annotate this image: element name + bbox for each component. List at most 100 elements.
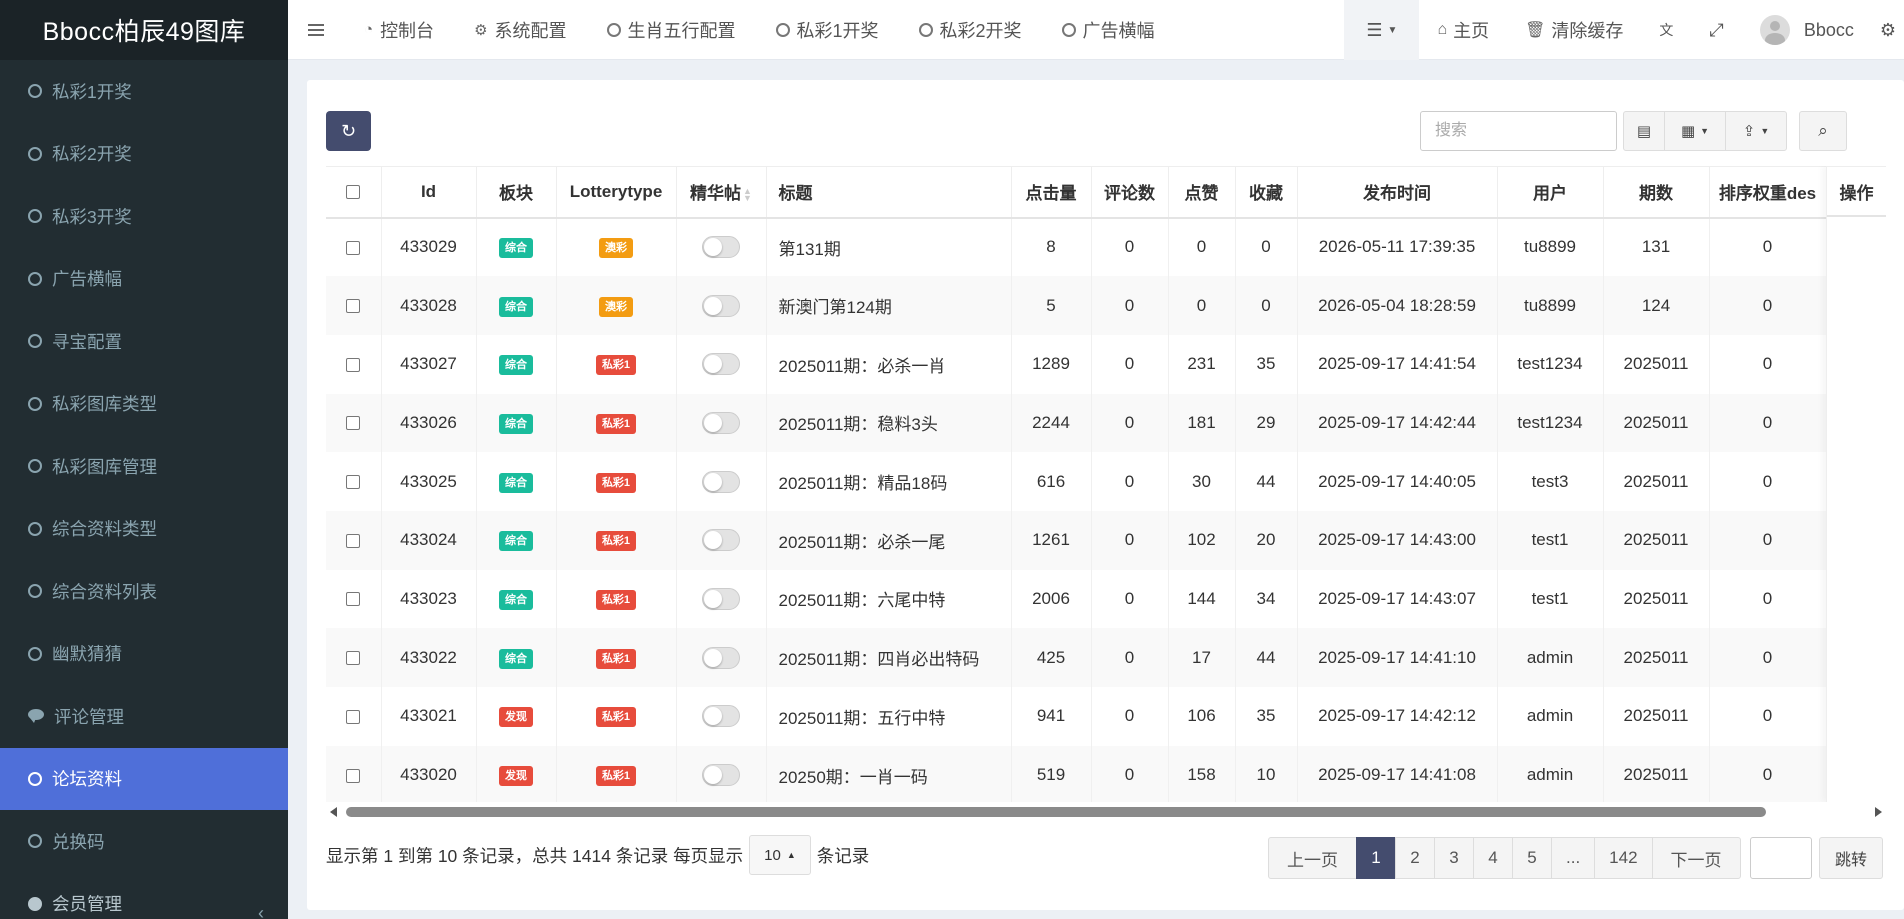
row-checkbox[interactable] <box>346 768 361 783</box>
table-row[interactable]: 433024 综合 私彩1 2025011期：必杀一尾 1261 0 102 20 2025-0… <box>326 510 1886 570</box>
table-row[interactable]: 433020 发现 私彩1 20250期：一肖一码 519 0 158 10 2025-09-1… <box>326 745 1886 802</box>
column-header-issue[interactable]: 期数 <box>1603 166 1710 219</box>
language-button[interactable]: 文 <box>1641 0 1691 60</box>
sidebar-item[interactable]: 私彩图库管理 <box>0 435 288 498</box>
table-row[interactable]: 433028 综合 澳彩 新澳门第124期 5 0 0 0 2026-05-04 18:28:5… <box>326 276 1886 335</box>
featured-toggle[interactable] <box>702 705 740 728</box>
sidebar-item[interactable]: 会员管理 ‹ <box>0 873 288 919</box>
row-checkbox[interactable] <box>346 299 361 314</box>
sidebar-item[interactable]: 兑换码 <box>0 810 288 873</box>
toggle-view-button[interactable]: ▤ <box>1623 111 1665 151</box>
cell-lotterytype: 私彩1 <box>556 452 677 511</box>
horizontal-scrollbar[interactable] <box>326 805 1886 819</box>
page-button[interactable]: ... <box>1551 837 1596 879</box>
sidebar-toggle-button[interactable] <box>288 0 344 60</box>
page-button[interactable]: 142 <box>1594 837 1653 879</box>
sidebar-item[interactable]: 广告横幅 <box>0 248 288 311</box>
table-row[interactable]: 433027 综合 私彩1 2025011期：必杀一肖 1289 0 231 35 2025-0… <box>326 334 1886 394</box>
page-size-dropdown[interactable]: 10 ▲ <box>749 835 811 875</box>
column-header-title[interactable]: 标题 <box>766 166 1012 219</box>
search-button[interactable]: ⌕ <box>1799 111 1847 151</box>
sidebar-item[interactable]: 私彩3开奖 <box>0 185 288 248</box>
search-input[interactable] <box>1420 111 1617 151</box>
featured-toggle[interactable] <box>702 646 740 669</box>
column-header-featured[interactable]: 精华帖 ▲ ▼ <box>676 166 767 219</box>
table-row[interactable]: 433029 综合 澳彩 第131期 8 0 0 0 2026-05-11 17:39:35 tu… <box>326 217 1886 277</box>
cell-publish-time: 2025-09-17 14:40:05 <box>1297 452 1498 511</box>
settings-button[interactable]: ⚙ <box>1872 0 1904 60</box>
column-header-sort-weight[interactable]: 排序权重des <box>1709 166 1827 219</box>
page-button[interactable]: 4 <box>1473 837 1513 879</box>
row-checkbox[interactable] <box>346 709 361 724</box>
cell-clicks: 2006 <box>1011 569 1092 629</box>
featured-toggle[interactable] <box>702 411 740 434</box>
column-header-publish-time[interactable]: 发布时间 <box>1297 166 1498 219</box>
column-header-favorites[interactable]: 收藏 <box>1235 166 1298 219</box>
refresh-button[interactable]: ↻ <box>326 111 371 151</box>
scrollbar-thumb[interactable] <box>346 807 1766 817</box>
featured-toggle[interactable] <box>702 764 740 787</box>
sidebar-item[interactable]: 综合资料列表 <box>0 560 288 623</box>
page-jump-input[interactable] <box>1750 837 1812 879</box>
scroll-right-icon[interactable] <box>1875 807 1882 817</box>
column-header-board[interactable]: 板块 <box>476 166 557 219</box>
row-checkbox[interactable] <box>346 592 361 607</box>
page-button[interactable]: 1 <box>1356 837 1396 879</box>
column-header-clicks[interactable]: 点击量 <box>1011 166 1092 219</box>
table-row[interactable]: 433021 发现 私彩1 2025011期：五行中特 941 0 106 35 2025-09… <box>326 687 1886 746</box>
nav-tab[interactable]: 私彩2开奖 <box>899 0 1042 60</box>
sidebar-item[interactable]: 私彩图库类型 <box>0 373 288 436</box>
sidebar-item[interactable]: 幽默猜猜 <box>0 623 288 686</box>
page-button[interactable]: 5 <box>1512 837 1552 879</box>
nav-tab[interactable]: 广告横幅 <box>1042 0 1175 60</box>
row-checkbox[interactable] <box>346 357 361 372</box>
select-all-checkbox[interactable] <box>346 185 361 200</box>
featured-toggle[interactable] <box>702 529 740 552</box>
row-checkbox[interactable] <box>346 651 361 666</box>
column-header-id[interactable]: Id <box>381 166 477 219</box>
app-logo[interactable]: Bbocc柏辰49图库 <box>0 0 288 60</box>
next-page-button[interactable]: 下一页 <box>1651 837 1741 879</box>
row-checkbox[interactable] <box>346 240 361 255</box>
export-dropdown-button[interactable]: ⇪ ▼ <box>1725 111 1787 151</box>
page-jump-button[interactable]: 跳转 <box>1819 837 1883 879</box>
featured-toggle[interactable] <box>702 587 740 610</box>
column-header-likes[interactable]: 点赞 <box>1168 166 1236 219</box>
clear-cache-button[interactable]: 🗑 清除缓存 <box>1507 0 1641 60</box>
nav-tab[interactable]: ◔ 控制台 <box>344 0 454 60</box>
page-button[interactable]: 2 <box>1395 837 1435 879</box>
home-link[interactable]: ⌂ 主页 <box>1419 0 1507 60</box>
sidebar-item[interactable]: 私彩2开奖 <box>0 123 288 186</box>
row-checkbox[interactable] <box>346 416 361 431</box>
board-badge: 综合 <box>499 531 533 552</box>
sidebar-item[interactable]: 评论管理 <box>0 685 288 748</box>
prev-page-button[interactable]: 上一页 <box>1268 837 1357 879</box>
featured-toggle[interactable] <box>702 353 740 376</box>
nav-tab[interactable]: ⚙ 系统配置 <box>454 0 586 60</box>
featured-toggle[interactable] <box>702 470 740 493</box>
nav-tab[interactable]: 生肖五行配置 <box>587 0 756 60</box>
table-row[interactable]: 433025 综合 私彩1 2025011期：精品18码 616 0 30 44 2025-09… <box>326 452 1886 511</box>
table-row[interactable]: 433022 综合 私彩1 2025011期：四肖必出特码 425 0 17 44 2025-0… <box>326 628 1886 687</box>
row-checkbox[interactable] <box>346 533 361 548</box>
column-header-comments[interactable]: 评论数 <box>1091 166 1169 219</box>
multiplenav-dropdown-button[interactable]: ☰ ▼ <box>1344 0 1420 60</box>
user-menu[interactable]: Bbocc <box>1742 0 1872 60</box>
column-header-user[interactable]: 用户 <box>1497 166 1604 219</box>
column-header-lotterytype[interactable]: Lotterytype <box>556 166 677 219</box>
featured-toggle[interactable] <box>702 236 740 259</box>
sidebar-item[interactable]: 综合资料类型 <box>0 498 288 561</box>
page-button[interactable]: 3 <box>1434 837 1474 879</box>
fullscreen-button[interactable]: ⤢ <box>1691 0 1741 60</box>
table-row[interactable]: 433023 综合 私彩1 2025011期：六尾中特 2006 0 144 34 2025-0… <box>326 569 1886 629</box>
table-row[interactable]: 433026 综合 私彩1 2025011期：稳料3头 2244 0 181 29 2025-0… <box>326 393 1886 453</box>
sidebar-item[interactable]: 论坛资料 <box>0 747 288 810</box>
scroll-left-icon[interactable] <box>330 807 337 817</box>
featured-toggle[interactable] <box>702 294 740 317</box>
row-select-cell <box>326 510 382 570</box>
nav-tab[interactable]: 私彩1开奖 <box>756 0 899 60</box>
row-checkbox[interactable] <box>346 475 361 490</box>
sidebar-item[interactable]: 寻宝配置 <box>0 310 288 373</box>
columns-dropdown-button[interactable]: ▦ ▼ <box>1664 111 1726 151</box>
sidebar-item[interactable]: 私彩1开奖 <box>0 60 288 123</box>
